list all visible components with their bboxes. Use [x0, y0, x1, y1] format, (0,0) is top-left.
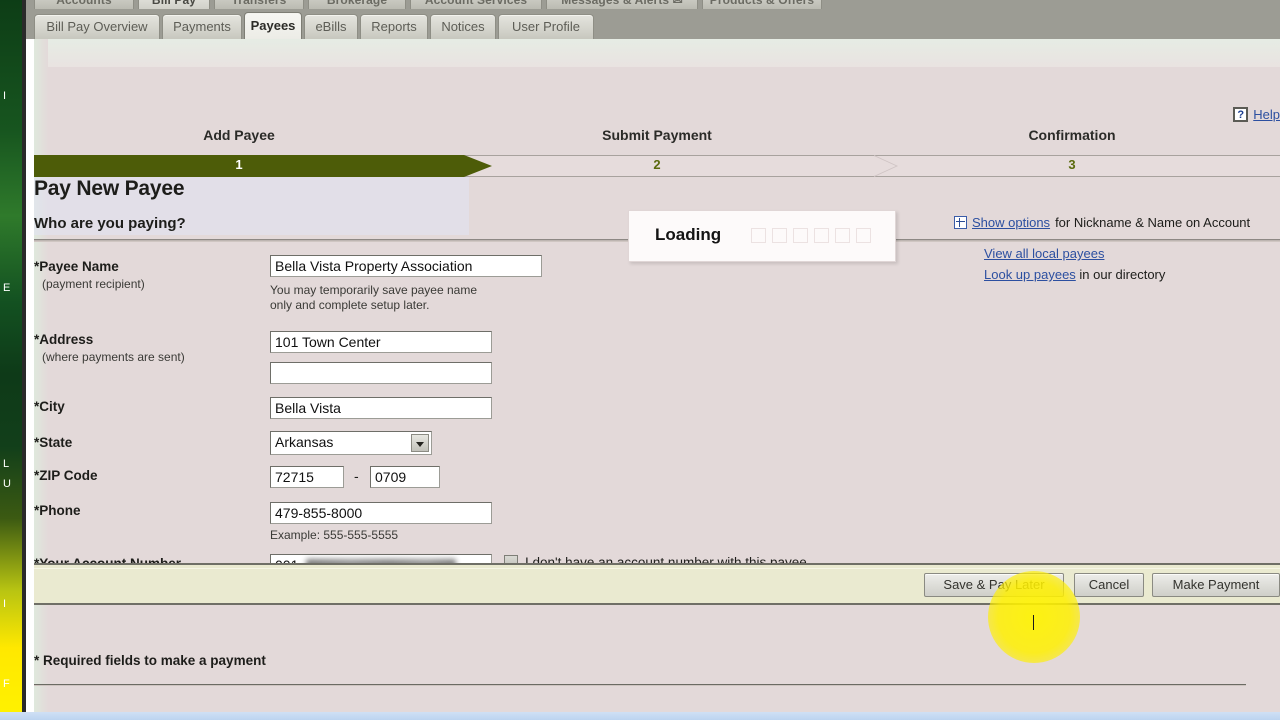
page-subtitle: Who are you paying?	[34, 215, 186, 232]
loading-square	[772, 228, 787, 243]
phone-hint: Example: 555-555-5555	[270, 528, 399, 542]
loading-square	[814, 228, 829, 243]
show-options-link[interactable]: Show options	[972, 215, 1050, 230]
loading-progress-squares	[751, 228, 871, 243]
action-bar-highlight	[34, 568, 1280, 569]
loading-square	[793, 228, 808, 243]
loading-text: Loading	[655, 225, 722, 244]
zip-plus4-input[interactable]	[370, 466, 440, 488]
payee-name-sublabel: (payment recipient)	[42, 277, 145, 291]
desktop-icon-label: L	[3, 458, 10, 470]
subnav-bar: Bill Pay Overview Payments Payees eBills Rep…	[26, 9, 1280, 40]
phone-label: *Phone	[34, 503, 81, 518]
help-link-group[interactable]: ? Help	[1233, 107, 1280, 122]
subtab-payments[interactable]: Payments	[162, 14, 242, 40]
chevron-down-icon[interactable]	[411, 434, 429, 452]
subtab-payees[interactable]: Payees	[244, 12, 302, 40]
state-select-value: Arkansas	[275, 434, 334, 450]
progress-step-label-1: Add Payee	[203, 127, 275, 143]
make-payment-button[interactable]: Make Payment	[1152, 573, 1280, 597]
progress-step-label-2: Submit Payment	[602, 127, 712, 143]
payee-name-label: *Payee Name	[34, 259, 119, 274]
payee-name-hint-line1: You may temporarily save payee name	[270, 283, 477, 297]
zip-label: *ZIP Code	[34, 468, 98, 483]
show-options-row[interactable]: Show options for Nickname & Name on Acco…	[954, 215, 1250, 230]
address-sublabel: (where payments are sent)	[42, 350, 185, 364]
footer-divider	[34, 684, 1246, 686]
address-line1-input[interactable]	[270, 331, 492, 353]
loading-overlay: Loading	[628, 210, 896, 262]
loading-square	[856, 228, 871, 243]
side-links: View all local payees Look up payees in …	[984, 246, 1280, 288]
side-link-rest-1: in our directory	[1075, 267, 1166, 282]
progress-step-1-arrow	[464, 155, 492, 177]
subnav-tab-strip: Bill Pay Overview Payments Payees eBills Rep…	[26, 9, 1280, 40]
progress-step-label-3: Confirmation	[1028, 127, 1116, 143]
progress-step-number-2: 2	[653, 157, 661, 172]
list-item: Look up payees in our directory	[984, 267, 1280, 282]
help-label[interactable]: Help	[1253, 107, 1280, 122]
subtab-notices[interactable]: Notices	[430, 14, 496, 40]
look-up-payees-link[interactable]: Look up payees	[984, 267, 1076, 282]
progress-step-number-3: 3	[1068, 157, 1076, 172]
progress-step-2-arrow-fill	[874, 156, 896, 176]
desktop-icon-label: I	[3, 598, 7, 610]
phone-input[interactable]	[270, 502, 492, 524]
state-label: *State	[34, 435, 73, 450]
toplevel-nav: Accounts Bill Pay Transfers Brokerage Accoun…	[26, 0, 1280, 10]
progress-step-labels: Add Payee Submit Payment Confirmation	[34, 127, 1280, 151]
zip-code-input[interactable]	[270, 466, 344, 488]
page-title: Pay New Payee	[34, 177, 185, 200]
list-item: View all local payees	[984, 246, 1280, 261]
desktop-icon-label: I	[3, 90, 7, 102]
desktop-icon-label: E	[3, 282, 11, 294]
subtab-user-profile[interactable]: User Profile	[498, 14, 594, 40]
desktop-icon-label: U	[3, 478, 11, 490]
city-label: *City	[34, 399, 65, 414]
bottom-band	[0, 712, 1280, 720]
subtab-reports[interactable]: Reports	[360, 14, 428, 40]
required-fields-note: * Required fields to make a payment	[34, 653, 266, 668]
address-label: *Address	[34, 332, 94, 347]
desktop-icon-labels: I E LU I F	[0, 0, 22, 720]
payee-name-input[interactable]	[270, 255, 542, 277]
cancel-button[interactable]: Cancel	[1074, 573, 1144, 597]
subtab-bill-pay-overview[interactable]: Bill Pay Overview	[34, 14, 160, 40]
state-select[interactable]: Arkansas	[270, 431, 432, 455]
mouse-cursor	[1033, 615, 1034, 630]
loading-square	[751, 228, 766, 243]
address-line2-input[interactable]	[270, 362, 492, 384]
save-and-pay-later-button[interactable]: Save & Pay Later	[924, 573, 1064, 597]
show-options-rest: for Nickname & Name on Account	[1055, 215, 1251, 230]
subtab-ebills[interactable]: eBills	[304, 14, 358, 40]
page-top-band	[34, 39, 1280, 67]
zip-separator: -	[354, 468, 359, 484]
desktop-icon-label: F	[3, 678, 10, 690]
progress-step-bar: 1 2 3	[34, 155, 1280, 177]
loading-square	[835, 228, 850, 243]
question-mark-icon: ?	[1233, 107, 1249, 122]
plus-box-icon[interactable]	[954, 216, 967, 229]
progress-step-number-1: 1	[235, 157, 243, 172]
view-all-local-payees-link[interactable]: View all local payees	[984, 246, 1104, 261]
payee-name-hint-line2: only and complete setup later.	[270, 298, 430, 312]
city-input[interactable]	[270, 397, 492, 419]
page-content: ? Help Add Payee Submit Payment Confirmati…	[34, 39, 1280, 720]
